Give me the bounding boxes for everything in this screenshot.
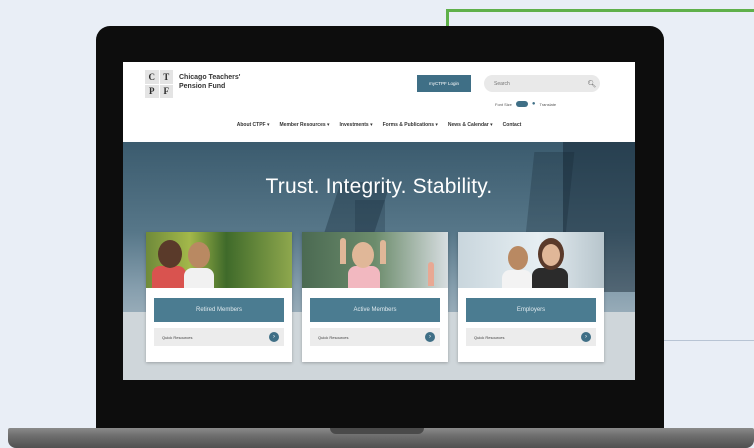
photo-figure xyxy=(428,262,434,286)
logo-letter: T xyxy=(159,70,173,84)
site-header: C T P F Chicago Teachers' Pension Fund m… xyxy=(123,62,635,142)
quick-resources-link[interactable]: Quick Resources › xyxy=(466,328,596,346)
utility-row: Font Size ● Translate xyxy=(495,100,605,108)
logo-letter: C xyxy=(145,70,159,84)
active-members-button[interactable]: Active Members xyxy=(310,298,440,322)
laptop-screen: C T P F Chicago Teachers' Pension Fund m… xyxy=(123,62,635,380)
photo-figure xyxy=(340,238,346,264)
photo-figure xyxy=(348,266,380,288)
photo-figure xyxy=(502,270,532,288)
callout-line-horizontal xyxy=(446,9,754,12)
nav-item-about[interactable]: About CTPF ▾ xyxy=(237,122,270,128)
employers-button[interactable]: Employers xyxy=(466,298,596,322)
callout-line-side xyxy=(663,340,754,341)
logo-letter: P xyxy=(145,84,159,98)
card-retired-members: Retired Members Quick Resources › xyxy=(146,232,292,362)
logo-letter: F xyxy=(159,84,173,98)
photo-figure xyxy=(158,240,182,268)
hero-title: Trust. Integrity. Stability. xyxy=(265,175,493,198)
photo-figure xyxy=(184,268,214,288)
nav-item-forms[interactable]: Forms & Publications ▾ xyxy=(383,122,438,128)
card-active-members: Active Members Quick Resources › xyxy=(302,232,448,362)
photo-figure xyxy=(542,244,560,266)
hero-banner: Trust. Integrity. Stability. Retired Mem… xyxy=(123,142,635,380)
search-input[interactable] xyxy=(484,80,584,87)
card-employers: Employers Quick Resources › xyxy=(458,232,604,362)
nav-item-member-resources[interactable]: Member Resources ▾ xyxy=(280,122,330,128)
card-photo xyxy=(146,232,292,288)
main-nav: About CTPF ▾ Member Resources ▾ Investme… xyxy=(123,118,635,132)
card-photo xyxy=(458,232,604,288)
quick-resources-label: Quick Resources xyxy=(474,334,505,340)
search-icon[interactable]: 🔍︎ xyxy=(584,80,600,88)
photo-figure xyxy=(508,246,528,270)
arrow-right-icon: › xyxy=(581,332,591,342)
retired-members-button[interactable]: Retired Members xyxy=(154,298,284,322)
nav-item-contact[interactable]: Contact xyxy=(503,122,522,128)
arrow-right-icon: › xyxy=(425,332,435,342)
photo-figure xyxy=(380,240,386,264)
photo-figure xyxy=(152,266,186,288)
photo-figure xyxy=(532,268,568,288)
ctpf-logo[interactable]: C T P F xyxy=(145,70,173,98)
card-photo xyxy=(302,232,448,288)
search-box: 🔍︎ xyxy=(484,75,600,92)
arrow-right-icon: › xyxy=(269,332,279,342)
quick-resources-label: Quick Resources xyxy=(318,334,349,340)
nav-item-investments[interactable]: Investments ▾ xyxy=(340,122,373,128)
quick-resources-link[interactable]: Quick Resources › xyxy=(310,328,440,346)
nav-item-news[interactable]: News & Calendar ▾ xyxy=(448,122,493,128)
org-name: Chicago Teachers' Pension Fund xyxy=(179,74,241,90)
quick-resources-link[interactable]: Quick Resources › xyxy=(154,328,284,346)
quick-resources-label: Quick Resources xyxy=(162,334,193,340)
font-size-toggle[interactable] xyxy=(515,101,528,107)
laptop-notch xyxy=(330,428,424,434)
translate-link[interactable]: Translate xyxy=(540,102,557,107)
globe-icon: ● xyxy=(531,101,536,107)
photo-figure xyxy=(352,242,374,268)
font-size-label: Font Size xyxy=(495,101,512,107)
photo-figure xyxy=(188,242,210,268)
login-button[interactable]: myCTPF Login xyxy=(417,75,471,92)
